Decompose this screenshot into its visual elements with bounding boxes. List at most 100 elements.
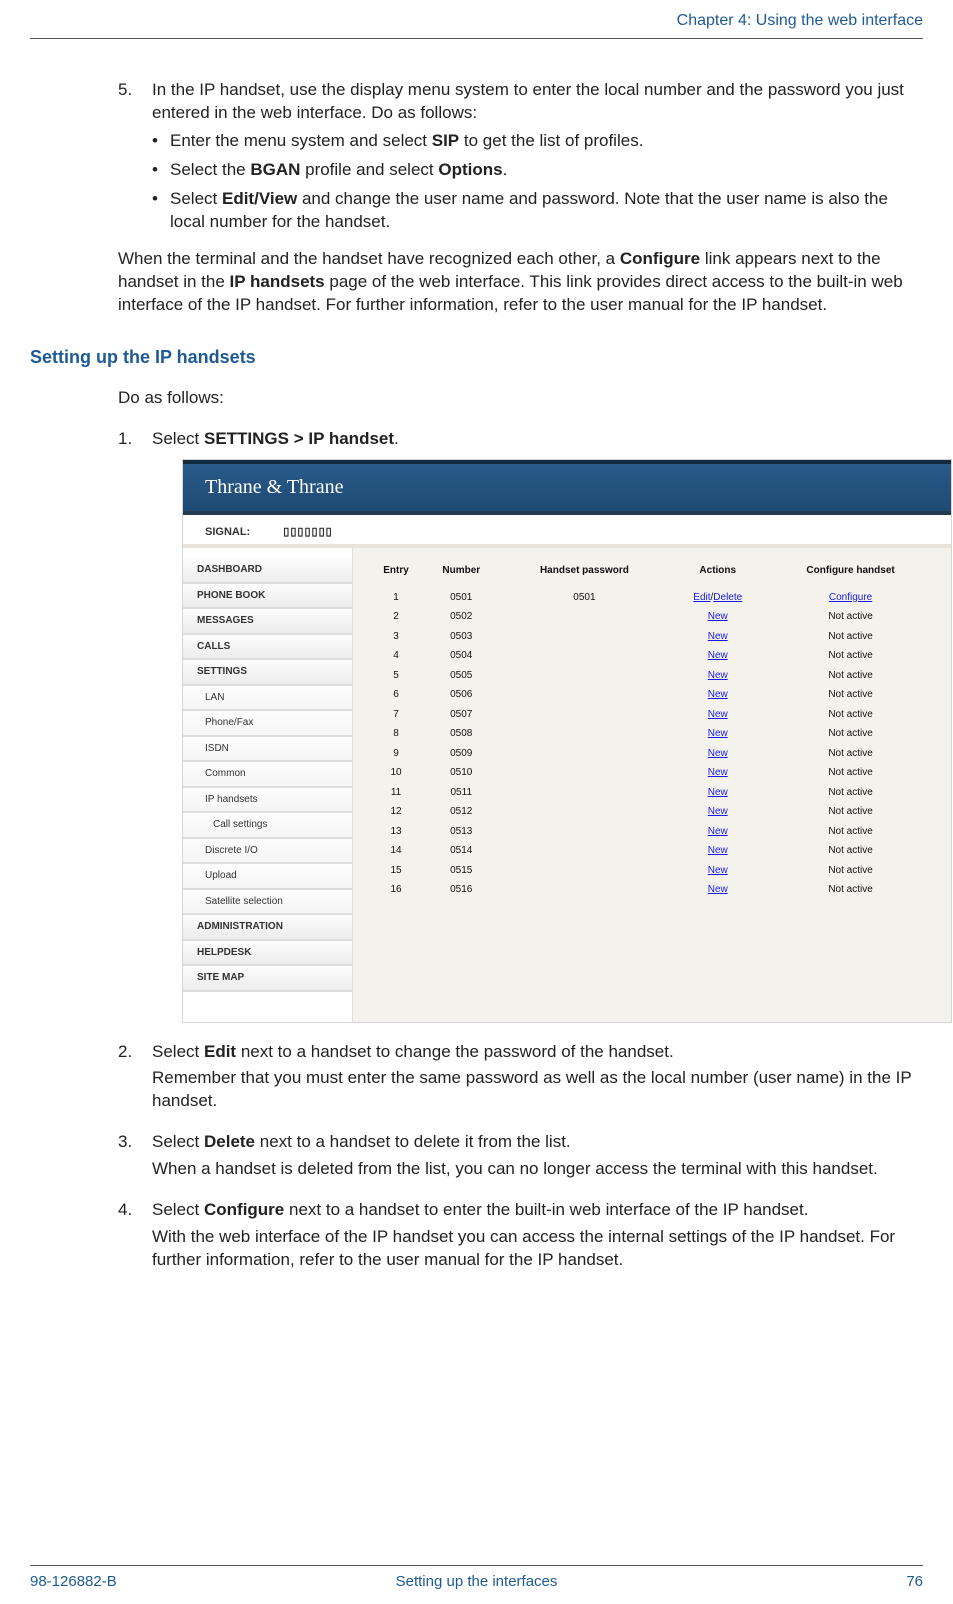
step-text: Select Delete next to a handset to delet… [152,1131,923,1154]
bullet-text: Enter the menu system and select SIP to … [170,130,923,153]
edit-link[interactable]: Edit [693,592,710,603]
bullet-text: Select Edit/View and change the user nam… [170,188,923,234]
cell-number: 0514 [423,841,499,861]
table-row: 50505NewNot active [369,666,935,686]
cell-actions-link[interactable]: New [708,845,728,856]
cell-password [499,627,669,647]
cell-actions-link[interactable]: New [708,689,728,700]
step-number: 1. [118,428,152,451]
cell-number: 0507 [423,705,499,725]
signal-label: SIGNAL: [205,526,250,538]
cell-actions[interactable]: New [669,685,766,705]
delete-link[interactable]: Delete [713,592,742,603]
bullet-text: Select the BGAN profile and select Optio… [170,159,923,182]
nav-sub-ip-handsets[interactable]: IP handsets [183,788,352,814]
cell-configure[interactable]: Configure [766,588,935,608]
cell-configure: Not active [766,783,935,803]
step-followup: When a handset is deleted from the list,… [152,1158,923,1181]
cell-actions-link[interactable]: New [708,728,728,739]
cell-entry: 8 [369,724,423,744]
nav-item-administration[interactable]: ADMINISTRATION [183,915,352,941]
table-row: 120512NewNot active [369,802,935,822]
cell-actions[interactable]: New [669,880,766,900]
cell-actions-link[interactable]: New [708,611,728,622]
nav-item-phone-book[interactable]: PHONE BOOK [183,584,352,610]
cell-number: 0503 [423,627,499,647]
cell-actions-link[interactable]: New [708,748,728,759]
table-row: 20502NewNot active [369,607,935,627]
cell-configure: Not active [766,763,935,783]
footer-pagenum: 76 [906,1572,923,1592]
cell-actions[interactable]: New [669,666,766,686]
nav-item-settings[interactable]: SETTINGS [183,660,352,686]
step-number: 4. [118,1199,152,1222]
nav-sub-satellite-selection[interactable]: Satellite selection [183,890,352,916]
table-row: 100510NewNot active [369,763,935,783]
nav-item-dashboard[interactable]: DASHBOARD [183,558,352,584]
step-text: Select SETTINGS > IP handset. [152,428,923,451]
cell-configure: Not active [766,724,935,744]
nav-item-site-map[interactable]: SITE MAP [183,966,352,992]
cell-password [499,763,669,783]
cell-actions[interactable]: New [669,744,766,764]
cell-actions[interactable]: New [669,802,766,822]
cell-actions-link[interactable]: New [708,865,728,876]
cell-actions-link[interactable]: New [708,767,728,778]
cell-actions-link[interactable]: New [708,806,728,817]
table-row: 40504NewNot active [369,646,935,666]
nav-item-helpdesk[interactable]: HELPDESK [183,941,352,967]
cell-number: 0506 [423,685,499,705]
step-followup: With the web interface of the IP handset… [152,1226,923,1272]
table-row: 150515NewNot active [369,861,935,881]
cell-actions-link[interactable]: New [708,709,728,720]
nav-item-messages[interactable]: MESSAGES [183,609,352,635]
nav-sub-lan[interactable]: LAN [183,686,352,712]
cell-number: 0502 [423,607,499,627]
cell-number: 0501 [423,588,499,608]
cell-password: 0501 [499,588,669,608]
nav-sub-phone-fax[interactable]: Phone/Fax [183,711,352,737]
cell-actions-link[interactable]: New [708,787,728,798]
cell-actions-link[interactable]: New [708,884,728,895]
cell-actions-link[interactable]: New [708,826,728,837]
footer-title: Setting up the interfaces [30,1572,923,1592]
table-row: 60506NewNot active [369,685,935,705]
paragraph: When the terminal and the handset have r… [118,248,923,317]
cell-actions[interactable]: New [669,783,766,803]
nav-sub-upload[interactable]: Upload [183,864,352,890]
nav-sub-isdn[interactable]: ISDN [183,737,352,763]
cell-actions-link[interactable]: New [708,670,728,681]
nav-item-calls[interactable]: CALLS [183,635,352,661]
step-number: 5. [118,79,152,125]
cell-actions[interactable]: New [669,705,766,725]
cell-entry: 7 [369,705,423,725]
cell-entry: 10 [369,763,423,783]
cell-entry: 11 [369,783,423,803]
step-followup: Remember that you must enter the same pa… [152,1067,923,1113]
cell-password [499,861,669,881]
col-header: Configure handset [766,560,935,588]
cell-actions[interactable]: New [669,861,766,881]
cell-entry: 13 [369,822,423,842]
cell-password [499,822,669,842]
cell-configure: Not active [766,841,935,861]
cell-actions[interactable]: New [669,841,766,861]
cell-actions[interactable]: New [669,763,766,783]
cell-password [499,841,669,861]
cell-configure-link[interactable]: Configure [829,592,872,603]
cell-actions[interactable]: New [669,627,766,647]
cell-actions[interactable]: New [669,607,766,627]
cell-actions-link[interactable]: New [708,650,728,661]
nav-sub2-call-settings[interactable]: Call settings [183,813,352,839]
cell-actions[interactable]: New [669,724,766,744]
cell-password [499,724,669,744]
cell-configure: Not active [766,627,935,647]
nav-sub-discrete-i-o[interactable]: Discrete I/O [183,839,352,865]
nav-sub-common[interactable]: Common [183,762,352,788]
cell-actions[interactable]: New [669,646,766,666]
cell-entry: 15 [369,861,423,881]
cell-actions-link[interactable]: New [708,631,728,642]
cell-number: 0505 [423,666,499,686]
col-header: Actions [669,560,766,588]
cell-actions[interactable]: New [669,822,766,842]
